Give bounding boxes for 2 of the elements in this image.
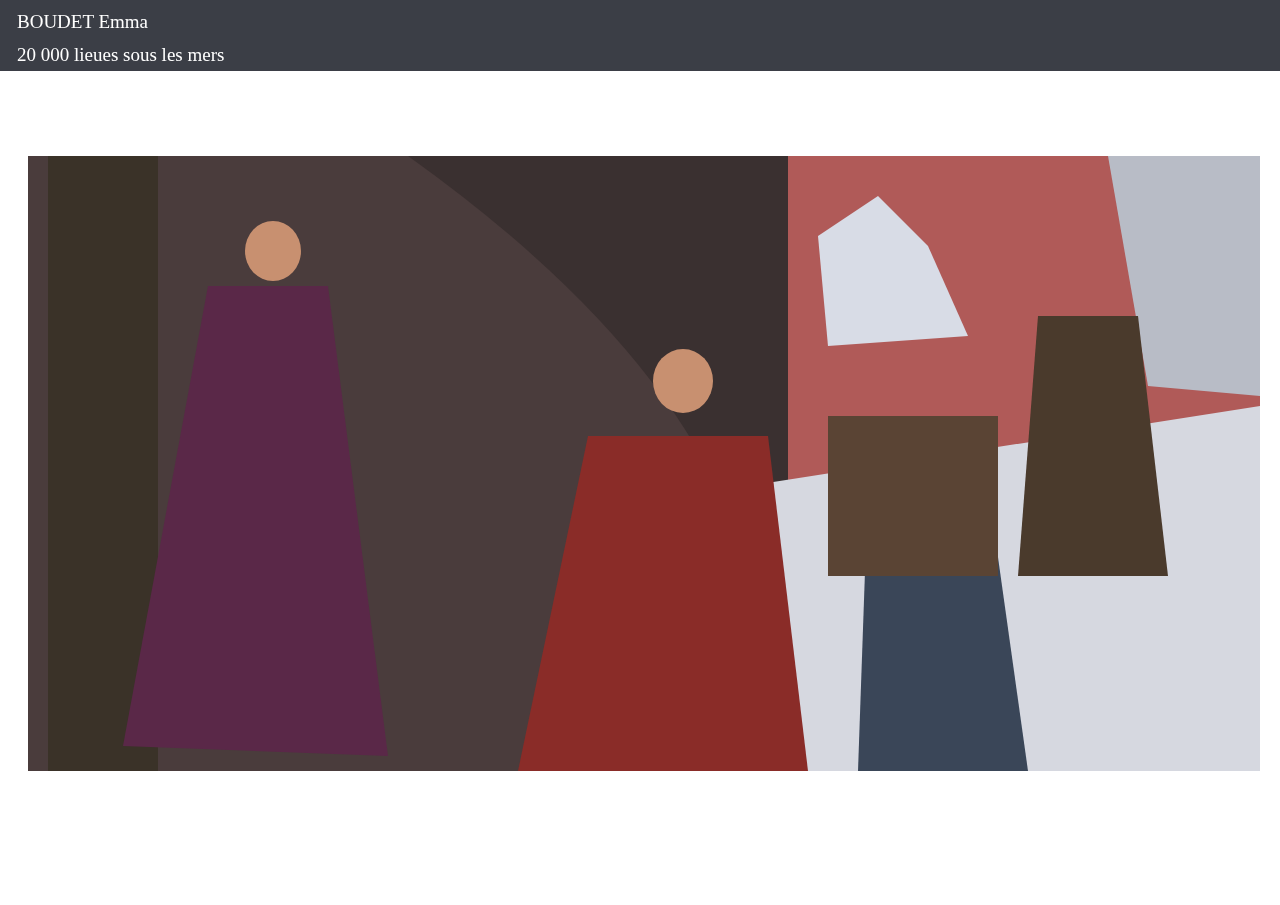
work-title: 20 000 lieues sous les mers [17,43,226,67]
author-name: BOUDET Emma [17,10,150,34]
